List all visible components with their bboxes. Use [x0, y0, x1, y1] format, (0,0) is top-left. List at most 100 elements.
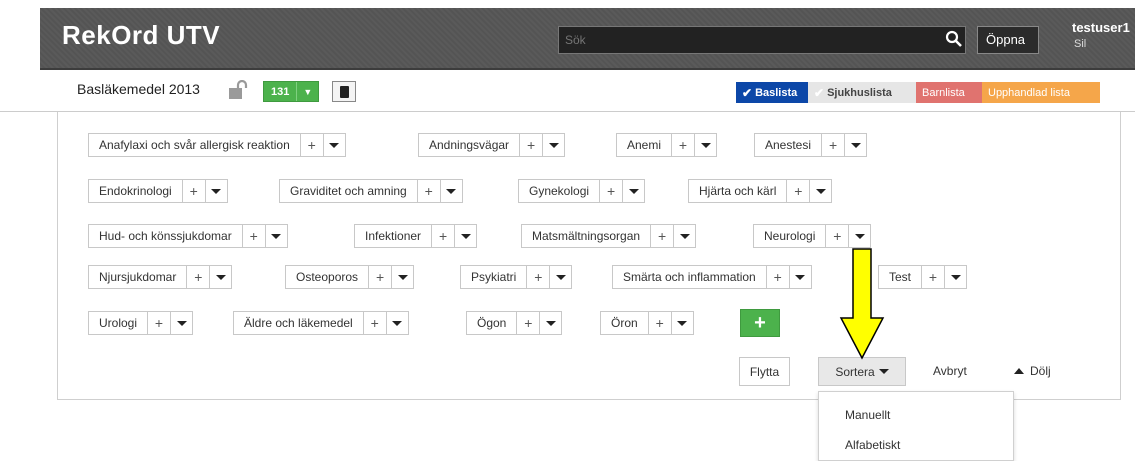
category-label[interactable]: Njursjukdomar — [89, 266, 188, 288]
category-label[interactable]: Äldre och läkemedel — [234, 312, 364, 334]
chevron-down-icon[interactable] — [543, 134, 564, 156]
book-button[interactable] — [332, 81, 356, 102]
chevron-down-icon[interactable] — [945, 266, 966, 288]
category-chip[interactable]: Infektioner + — [354, 224, 478, 248]
add-icon[interactable]: + — [672, 134, 696, 156]
app-title[interactable]: RekOrd UTV — [62, 20, 220, 51]
category-chip[interactable]: Öron + — [600, 311, 694, 335]
category-label[interactable]: Urologi — [89, 312, 149, 334]
open-button[interactable]: Öppna — [977, 26, 1039, 54]
chevron-down-icon[interactable] — [392, 266, 413, 288]
chevron-down-icon[interactable] — [455, 225, 476, 247]
category-label[interactable]: Andningsvägar — [419, 134, 521, 156]
chevron-down-icon[interactable] — [324, 134, 345, 156]
add-icon[interactable]: + — [527, 266, 551, 288]
tab-upphandlad-lista[interactable]: Upphandlad lista — [982, 82, 1100, 103]
sort-button[interactable]: Sortera — [818, 357, 906, 386]
category-label[interactable]: Matsmältningsorgan — [522, 225, 652, 247]
tab-sjukhuslista[interactable]: ✔ Sjukhuslista — [808, 82, 916, 103]
add-icon[interactable]: + — [787, 180, 811, 202]
category-chip[interactable]: Andningsvägar + — [418, 133, 566, 157]
category-chip[interactable]: Hud- och könssjukdomar + — [88, 224, 288, 248]
category-label[interactable]: Osteoporos — [286, 266, 370, 288]
category-label[interactable]: Hjärta och kärl — [689, 180, 788, 202]
chevron-down-icon[interactable] — [210, 266, 231, 288]
add-icon[interactable]: + — [649, 312, 672, 334]
category-label[interactable]: Ögon — [467, 312, 518, 334]
search-input[interactable] — [558, 26, 966, 54]
category-label[interactable]: Hud- och könssjukdomar — [89, 225, 243, 247]
category-label[interactable]: Anestesi — [755, 134, 823, 156]
category-label[interactable]: Graviditet och amning — [280, 180, 418, 202]
chevron-down-icon[interactable] — [674, 225, 695, 247]
category-chip[interactable]: Matsmältningsorgan + — [521, 224, 697, 248]
category-chip[interactable]: Osteoporos + — [285, 265, 415, 289]
category-chip[interactable]: Anestesi + — [754, 133, 868, 157]
chevron-down-icon[interactable] — [540, 312, 561, 334]
category-chip[interactable]: Psykiatri + — [460, 265, 573, 289]
add-icon[interactable]: + — [767, 266, 790, 288]
category-label[interactable]: Gynekologi — [519, 180, 601, 202]
category-chip[interactable]: Ögon + — [466, 311, 563, 335]
add-icon[interactable]: + — [826, 225, 850, 247]
chevron-down-icon[interactable] — [790, 266, 811, 288]
category-chip[interactable]: Anafylaxi och svår allergisk reaktion + — [88, 133, 346, 157]
add-icon[interactable]: + — [418, 180, 441, 202]
add-icon[interactable]: + — [651, 225, 675, 247]
category-chip[interactable]: Urologi + — [88, 311, 194, 335]
chevron-down-icon[interactable] — [550, 266, 571, 288]
search-icon[interactable] — [945, 30, 963, 48]
category-label[interactable]: Endokrinologi — [89, 180, 183, 202]
category-label[interactable]: Psykiatri — [461, 266, 528, 288]
add-icon[interactable]: + — [369, 266, 393, 288]
category-chip[interactable]: Graviditet och amning + — [279, 179, 463, 203]
add-icon[interactable]: + — [183, 180, 206, 202]
add-icon[interactable]: + — [922, 266, 946, 288]
chevron-down-icon[interactable] — [845, 134, 866, 156]
sort-option-alphabetical[interactable]: Alfabetiskt — [845, 438, 900, 452]
category-label[interactable]: Anemi — [617, 134, 673, 156]
chevron-down-icon[interactable]: ▼ — [296, 82, 318, 101]
item-count-button[interactable]: 131 ▼ — [263, 81, 320, 102]
add-icon[interactable]: + — [364, 312, 387, 334]
hide-button[interactable]: Dölj — [1014, 364, 1051, 378]
category-chip[interactable]: Smärta och inflammation + — [612, 265, 812, 289]
add-icon[interactable]: + — [822, 134, 846, 156]
category-chip[interactable]: Endokrinologi + — [88, 179, 228, 203]
unlock-icon[interactable] — [228, 80, 250, 100]
category-label[interactable]: Infektioner — [355, 225, 433, 247]
category-chip[interactable]: Njursjukdomar + — [88, 265, 233, 289]
sort-option-manual[interactable]: Manuellt — [845, 408, 890, 422]
user-name[interactable]: testuser1 — [1072, 20, 1130, 35]
chevron-down-icon[interactable] — [387, 312, 408, 334]
cancel-button[interactable]: Avbryt — [933, 364, 967, 378]
category-chip[interactable]: Anemi + — [616, 133, 718, 157]
chevron-down-icon[interactable] — [623, 180, 644, 202]
move-button[interactable]: Flytta — [739, 357, 790, 386]
add-icon[interactable]: + — [301, 134, 324, 156]
tab-barnlista[interactable]: Barnlista — [916, 82, 982, 103]
category-chip[interactable]: Hjärta och kärl + — [688, 179, 833, 203]
category-chip[interactable]: Gynekologi + — [518, 179, 646, 203]
add-icon[interactable]: + — [432, 225, 456, 247]
chevron-down-icon[interactable] — [810, 180, 831, 202]
chevron-down-icon[interactable] — [672, 312, 693, 334]
add-icon[interactable]: + — [520, 134, 544, 156]
category-chip[interactable]: Neurologi + — [753, 224, 872, 248]
chevron-down-icon[interactable] — [171, 312, 192, 334]
add-icon[interactable]: + — [148, 312, 172, 334]
category-label[interactable]: Öron — [601, 312, 649, 334]
chevron-down-icon[interactable] — [206, 180, 227, 202]
chevron-down-icon[interactable] — [849, 225, 870, 247]
add-icon[interactable]: + — [243, 225, 266, 247]
category-label[interactable]: Smärta och inflammation — [613, 266, 767, 288]
chevron-down-icon[interactable] — [266, 225, 287, 247]
add-icon[interactable]: + — [187, 266, 211, 288]
add-icon[interactable]: + — [517, 312, 541, 334]
add-icon[interactable]: + — [600, 180, 624, 202]
chevron-down-icon[interactable] — [695, 134, 716, 156]
add-category-button[interactable]: + — [740, 309, 780, 337]
category-label[interactable]: Anafylaxi och svår allergisk reaktion — [89, 134, 301, 156]
tab-baslista[interactable]: ✔ Baslista — [736, 82, 808, 103]
chevron-down-icon[interactable] — [441, 180, 462, 202]
